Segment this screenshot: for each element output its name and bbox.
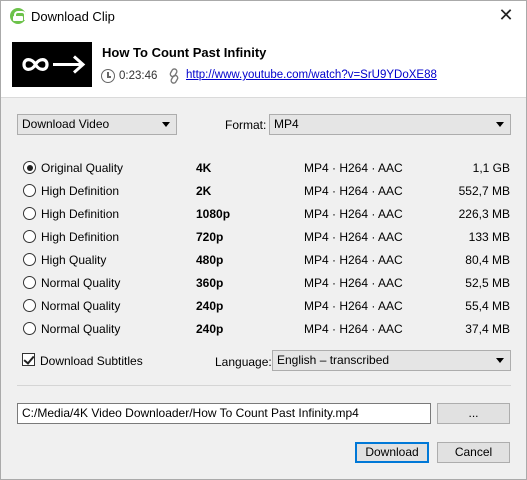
cancel-button[interactable]: Cancel — [437, 442, 510, 463]
quality-size: 55,4 MB — [465, 299, 510, 313]
quality-size: 1,1 GB — [472, 161, 510, 175]
quality-codec: MP4 · H264 · AAC — [304, 161, 403, 175]
quality-radio[interactable] — [23, 253, 36, 266]
browse-button[interactable]: ... — [437, 403, 510, 424]
mode-select[interactable]: Download Video — [17, 114, 177, 135]
clip-thumbnail — [12, 42, 92, 87]
quality-size: 37,4 MB — [465, 322, 510, 336]
infinity-arrow-icon — [22, 55, 86, 74]
quality-resolution: 4K — [196, 161, 212, 175]
quality-row[interactable]: Normal Quality 240p MP4 · H264 · AAC 37,4 M… — [1, 319, 526, 339]
quality-radio[interactable] — [23, 299, 36, 312]
window-title: Download Clip — [31, 9, 115, 24]
quality-row[interactable]: Normal Quality 240p MP4 · H264 · AAC 55,4 M… — [1, 296, 526, 316]
quality-row[interactable]: Normal Quality 360p MP4 · H264 · AAC 52,5 M… — [1, 273, 526, 293]
quality-name: High Definition — [41, 230, 120, 244]
quality-codec: MP4 · H264 · AAC — [304, 184, 403, 198]
format-select-value: MP4 — [274, 117, 299, 131]
clip-duration: 0:23:46 — [119, 70, 158, 82]
quality-radio[interactable] — [23, 207, 36, 220]
quality-resolution: 240p — [196, 322, 224, 336]
quality-size: 52,5 MB — [465, 276, 510, 290]
quality-row[interactable]: Original Quality 4K MP4 · H264 · AAC 1,1 GB — [1, 158, 526, 178]
chevron-down-icon — [496, 358, 504, 363]
quality-row[interactable]: High Definition 2K MP4 · H264 · AAC 552,7 M… — [1, 181, 526, 201]
quality-name: Normal Quality — [41, 299, 121, 313]
download-button[interactable]: Download — [355, 442, 429, 463]
quality-name: Original Quality — [41, 161, 124, 175]
quality-name: Normal Quality — [41, 276, 121, 290]
quality-codec: MP4 · H264 · AAC — [304, 253, 403, 267]
language-select-value: English – transcribed — [277, 353, 390, 367]
quality-row[interactable]: High Definition 720p MP4 · H264 · AAC 133 M… — [1, 227, 526, 247]
clip-header: How To Count Past Infinity 0:23:46 http:… — [1, 31, 526, 98]
quality-size: 80,4 MB — [465, 253, 510, 267]
quality-resolution: 480p — [196, 253, 224, 267]
quality-radio[interactable] — [23, 184, 36, 197]
clock-icon — [101, 69, 115, 83]
quality-resolution: 240p — [196, 299, 224, 313]
mode-select-value: Download Video — [22, 117, 110, 131]
output-path-input[interactable]: C:/Media/4K Video Downloader/How To Coun… — [17, 403, 431, 424]
quality-codec: MP4 · H264 · AAC — [304, 207, 403, 221]
title-bar: Download Clip ✕ — [1, 1, 526, 31]
quality-name: High Definition — [41, 184, 120, 198]
quality-codec: MP4 · H264 · AAC — [304, 276, 403, 290]
format-select[interactable]: MP4 — [269, 114, 511, 135]
quality-name: Normal Quality — [41, 322, 121, 336]
download-subtitles-checkbox[interactable] — [22, 353, 35, 366]
app-lock-icon — [10, 8, 26, 24]
format-label: Format: — [225, 118, 267, 132]
quality-name: High Definition — [41, 207, 120, 221]
chevron-down-icon — [162, 122, 170, 127]
clip-url-link[interactable]: http://www.youtube.com/watch?v=SrU9YDoXE… — [186, 69, 437, 81]
quality-row[interactable]: High Definition 1080p MP4 · H264 · AAC 226,… — [1, 204, 526, 224]
download-subtitles-label: Download Subtitles — [40, 354, 143, 368]
chevron-down-icon — [496, 122, 504, 127]
link-icon — [169, 68, 179, 84]
language-label: Language: — [215, 355, 272, 369]
clip-title: How To Count Past Infinity — [102, 45, 267, 60]
download-clip-dialog: Download Clip ✕ How To Count Past Infini… — [0, 0, 527, 480]
quality-resolution: 720p — [196, 230, 224, 244]
quality-radio[interactable] — [23, 276, 36, 289]
quality-resolution: 1080p — [196, 207, 231, 221]
quality-row[interactable]: High Quality 480p MP4 · H264 · AAC 80,4 MB — [1, 250, 526, 270]
quality-resolution: 2K — [196, 184, 212, 198]
divider — [17, 385, 511, 386]
quality-codec: MP4 · H264 · AAC — [304, 322, 403, 336]
close-button[interactable]: ✕ — [494, 5, 518, 27]
quality-name: High Quality — [41, 253, 107, 267]
quality-size: 133 MB — [468, 230, 510, 244]
quality-resolution: 360p — [196, 276, 224, 290]
quality-codec: MP4 · H264 · AAC — [304, 299, 403, 313]
quality-radio[interactable] — [23, 161, 36, 174]
quality-size: 226,3 MB — [458, 207, 510, 221]
quality-radio[interactable] — [23, 322, 36, 335]
quality-radio[interactable] — [23, 230, 36, 243]
language-select[interactable]: English – transcribed — [272, 350, 511, 371]
quality-codec: MP4 · H264 · AAC — [304, 230, 403, 244]
quality-size: 552,7 MB — [458, 184, 510, 198]
